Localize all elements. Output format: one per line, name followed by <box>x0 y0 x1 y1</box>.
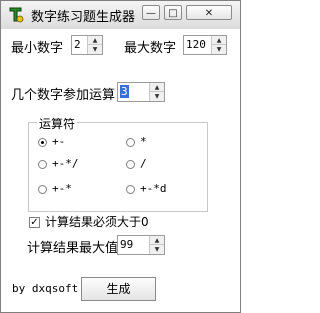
radio-all-four[interactable]: +-*/ <box>38 157 79 170</box>
maximize-button[interactable]: □ <box>164 5 182 20</box>
positive-result-checkbox[interactable]: ✓ 计算结果必须大于0 <box>29 213 149 230</box>
radio-divide[interactable]: / <box>126 157 147 170</box>
checkbox-label: 计算结果必须大于0 <box>45 215 149 229</box>
spin-up-icon[interactable]: ▲ <box>150 236 164 245</box>
radio-icon[interactable] <box>126 184 135 194</box>
radio-icon[interactable] <box>38 184 47 194</box>
generate-button[interactable]: 生成 <box>81 277 156 301</box>
min-number-value[interactable]: 2 <box>74 38 81 51</box>
spin-down-icon[interactable]: ▼ <box>150 92 164 101</box>
window-title: 数字练习题生成器 <box>31 10 136 25</box>
max-number-value[interactable]: 120 <box>186 38 206 51</box>
max-result-label: 计算结果最大值 <box>27 241 119 256</box>
radio-plus-minus-multiply[interactable]: +-* <box>38 182 72 195</box>
max-number-spinner[interactable]: 120 ▲ ▼ <box>183 35 227 55</box>
radio-icon[interactable] <box>126 159 135 169</box>
radio-plus-minus-multiply-d[interactable]: +-*d <box>126 182 167 195</box>
operand-count-label: 几个数字参加运算 <box>11 88 116 103</box>
spin-up-icon[interactable]: ▲ <box>88 36 102 45</box>
radio-label: * <box>140 135 147 148</box>
radio-icon[interactable] <box>38 159 47 169</box>
check-icon[interactable]: ✓ <box>29 217 40 228</box>
radio-label: +- <box>52 135 66 148</box>
operator-group-title: 运算符 <box>37 115 78 132</box>
spin-down-icon[interactable]: ▼ <box>88 45 102 54</box>
min-number-spinner[interactable]: 2 ▲ ▼ <box>71 35 103 55</box>
radio-selected-icon[interactable] <box>38 137 47 147</box>
radio-label: +-* <box>52 182 72 195</box>
app-window: 数字练习题生成器 — □ ✕ 最小数字 2 ▲ ▼ 最大数字 120 ▲ ▼ 几… <box>0 0 241 313</box>
spin-up-icon[interactable]: ▲ <box>150 83 164 92</box>
radio-label: +-*d <box>140 182 167 195</box>
radio-label: / <box>140 157 147 170</box>
close-button[interactable]: ✕ <box>186 5 232 20</box>
spin-down-icon[interactable]: ▼ <box>150 245 164 254</box>
minimize-button[interactable]: — <box>142 5 160 20</box>
radio-plus-minus[interactable]: +- <box>38 135 65 148</box>
radio-label: +-*/ <box>52 157 79 170</box>
radio-icon[interactable] <box>126 137 135 147</box>
max-result-value[interactable]: 99 <box>120 238 133 251</box>
form-area: 最小数字 2 ▲ ▼ 最大数字 120 ▲ ▼ 几个数字参加运算 3 ▲ ▼ 运… <box>1 29 240 312</box>
min-number-arrows[interactable]: ▲ ▼ <box>87 36 102 54</box>
operand-count-arrows[interactable]: ▲ ▼ <box>149 83 164 101</box>
max-result-spinner[interactable]: 99 ▲ ▼ <box>117 235 165 255</box>
max-number-label: 最大数字 <box>124 41 177 56</box>
spin-down-icon[interactable]: ▼ <box>212 45 226 54</box>
author-label: by dxqsoft <box>12 282 79 295</box>
max-number-arrows[interactable]: ▲ ▼ <box>211 36 226 54</box>
operand-count-spinner[interactable]: 3 ▲ ▼ <box>117 82 165 102</box>
app-icon <box>9 7 24 23</box>
min-number-label: 最小数字 <box>11 41 64 56</box>
spin-up-icon[interactable]: ▲ <box>212 36 226 45</box>
title-bar: 数字练习题生成器 — □ ✕ <box>1 1 240 29</box>
max-result-arrows[interactable]: ▲ ▼ <box>149 236 164 254</box>
radio-multiply[interactable]: * <box>126 135 147 148</box>
operand-count-value[interactable]: 3 <box>120 85 129 98</box>
